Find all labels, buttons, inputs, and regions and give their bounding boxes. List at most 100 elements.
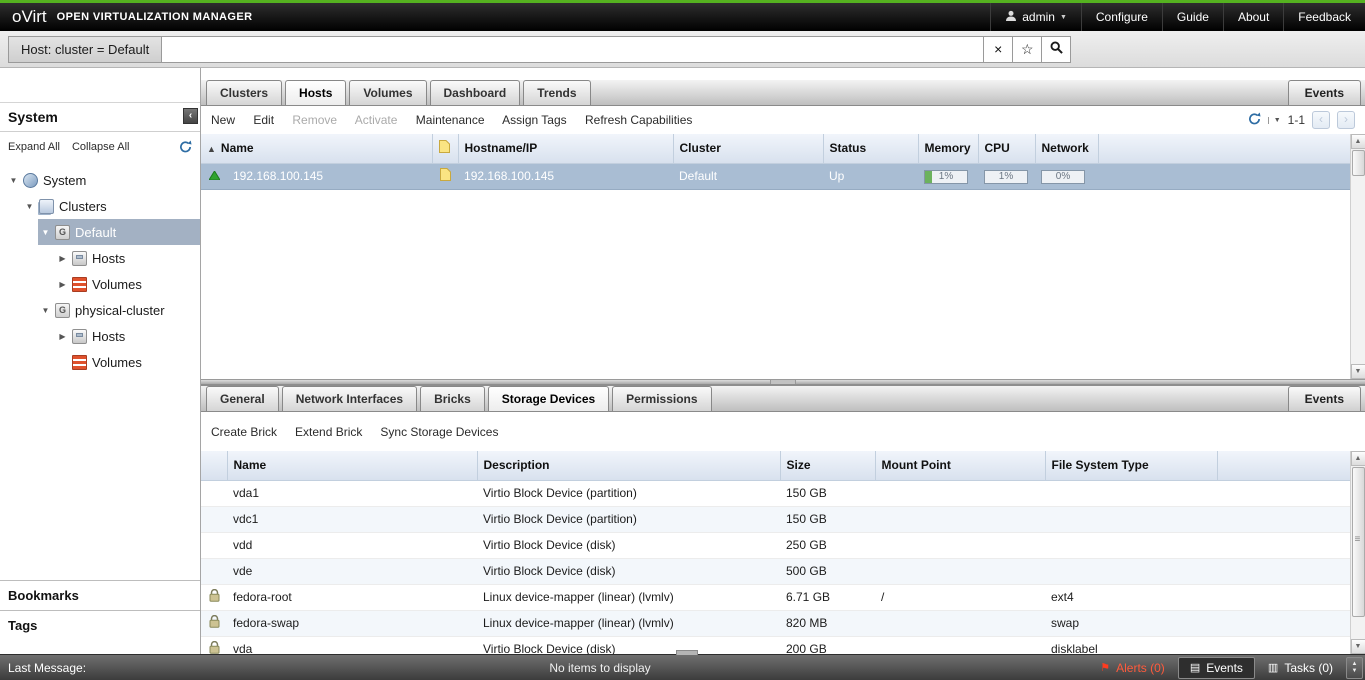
tree-item[interactable]: ▼ physical-cluster [38,297,200,323]
search-scope-label[interactable]: Host: cluster = Default [8,36,162,63]
detail-tab[interactable]: Storage Devices [488,386,609,411]
toolbar-action[interactable]: Assign Tags [502,113,566,127]
col-header-cpu[interactable]: CPU [978,134,1035,163]
hosts-scrollbar[interactable]: ▲ ▼ [1350,134,1365,379]
col-header-memory[interactable]: Memory [918,134,978,163]
detail-tab[interactable]: Bricks [420,386,485,411]
host-row[interactable]: 192.168.100.145 192.168.100.145 Default … [201,163,1350,189]
feedback-menu[interactable]: Feedback [1283,3,1365,31]
lock-icon [209,591,220,605]
scrollbar-thumb[interactable] [1352,150,1365,176]
expand-all-link[interactable]: Expand All [8,141,60,153]
prev-page-button[interactable]: ‹ [1312,111,1330,129]
storage-device-row[interactable]: vde Virtio Block Device (disk) 500 GB [201,558,1350,584]
detail-events-button[interactable]: Events [1288,386,1361,411]
host-cluster-cell: Default [673,163,823,189]
detail-tab[interactable]: Network Interfaces [282,386,417,411]
detail-tab[interactable]: Permissions [612,386,711,411]
tree-item[interactable]: ▶ Volumes [55,271,200,297]
toolbar-action[interactable]: Remove [292,113,337,127]
tags-section-header[interactable]: Tags [0,610,200,640]
tree-expander-icon[interactable]: ▶ [55,280,70,289]
refresh-rate-dropdown[interactable]: ▼ [1268,117,1281,124]
col-header-cluster[interactable]: Cluster [673,134,823,163]
tasks-button[interactable]: ▥ Tasks (0) [1257,655,1344,680]
col-header-status[interactable]: Status [823,134,918,163]
main-tab[interactable]: Volumes [349,80,426,105]
storage-action[interactable]: Extend Brick [295,425,362,439]
col-header-note-icon[interactable] [432,134,458,163]
search-input[interactable] [162,36,984,63]
toolbar-action[interactable]: New [211,113,235,127]
grid-refresh-button[interactable] [1248,112,1261,128]
main-tab[interactable]: Dashboard [430,80,521,105]
col-header-description[interactable]: Description [477,451,780,480]
scroll-down-icon[interactable]: ▼ [1351,364,1365,379]
col-header-size[interactable]: Size [780,451,875,480]
tree-item[interactable]: ▼ Clusters [22,193,200,219]
main-events-button[interactable]: Events [1288,80,1361,105]
bookmark-search-button[interactable]: ☆ [1013,36,1042,63]
tree-expander-icon[interactable]: ▼ [6,176,21,185]
tree-expander-icon[interactable]: ▼ [38,228,53,237]
tree-item[interactable]: ▶ Hosts [55,323,200,349]
tree-refresh-button[interactable] [179,140,192,153]
toolbar-action[interactable]: Refresh Capabilities [585,113,692,127]
system-sidebar: System ‹ Expand All Collapse All ▼ Syste… [0,68,201,654]
scroll-down-icon[interactable]: ▼ [1351,639,1365,654]
storage-device-row[interactable]: vda1 Virtio Block Device (partition) 150… [201,480,1350,506]
main-tab[interactable]: Hosts [285,80,346,105]
panel-splitter[interactable] [201,380,1365,384]
storage-action[interactable]: Create Brick [211,425,277,439]
storage-device-row[interactable]: vdd Virtio Block Device (disk) 250 GB [201,532,1350,558]
about-menu[interactable]: About [1223,3,1283,31]
col-header-mount-point[interactable]: Mount Point [875,451,1045,480]
next-page-button[interactable]: › [1337,111,1355,129]
tree-item[interactable]: ▼ System [6,167,200,193]
sidebar-collapse-button[interactable]: ‹ [183,108,198,124]
clear-search-button[interactable]: × [984,36,1013,63]
tree-expander-icon[interactable]: ▼ [38,306,53,315]
configure-menu[interactable]: Configure [1081,3,1162,31]
toolbar-action[interactable]: Activate [355,113,398,127]
bookmarks-section-header[interactable]: Bookmarks [0,580,200,610]
alerts-button[interactable]: ⚑ Alerts (0) [1089,655,1176,680]
collapse-all-link[interactable]: Collapse All [72,141,129,153]
search-button[interactable] [1042,36,1071,63]
tree-expander-icon[interactable]: ▶ [55,332,70,341]
events-footer-button[interactable]: ▤ Events [1178,657,1255,679]
tree-item[interactable]: ▼ Default [38,219,200,245]
clear-icon: × [994,41,1002,57]
splitter-handle[interactable] [770,380,796,384]
toolbar-action[interactable]: Edit [253,113,274,127]
main-tab[interactable]: Trends [523,80,590,105]
col-header-fs-type[interactable]: File System Type [1045,451,1217,480]
col-header-hostname[interactable]: Hostname/IP [458,134,673,163]
tree-item-label: Volumes [92,355,142,370]
storage-device-row[interactable]: vdc1 Virtio Block Device (partition) 150… [201,506,1350,532]
tree-item[interactable]: ▶ Hosts [55,245,200,271]
tree-expander-icon[interactable]: ▼ [22,202,37,211]
sidebar-title-label: System [8,109,58,125]
col-header-name[interactable]: Name [227,451,477,480]
col-header-name[interactable]: ▲Name [201,134,432,163]
device-mount-cell [875,636,1045,654]
footer-panel-toggle[interactable]: ▲ ▼ [1346,657,1363,679]
storage-device-row[interactable]: fedora-root Linux device-mapper (linear)… [201,584,1350,610]
guide-menu[interactable]: Guide [1162,3,1223,31]
storage-scrollbar[interactable]: ▲ ▼ [1350,451,1365,654]
storage-action[interactable]: Sync Storage Devices [380,425,498,439]
storage-device-row[interactable]: vda Virtio Block Device (disk) 200 GB di… [201,636,1350,654]
tree-expander-icon[interactable]: ▶ [55,254,70,263]
col-header-network[interactable]: Network [1035,134,1098,163]
tree-item[interactable]: Volumes [55,349,200,375]
main-tab[interactable]: Clusters [206,80,282,105]
scrollbar-thumb[interactable] [1352,467,1365,617]
status-panel-handle[interactable] [676,650,698,655]
scroll-up-icon[interactable]: ▲ [1351,134,1365,149]
toolbar-action[interactable]: Maintenance [416,113,485,127]
detail-tab[interactable]: General [206,386,279,411]
user-menu[interactable]: admin ▼ [990,3,1081,31]
scroll-up-icon[interactable]: ▲ [1351,451,1365,466]
storage-device-row[interactable]: fedora-swap Linux device-mapper (linear)… [201,610,1350,636]
